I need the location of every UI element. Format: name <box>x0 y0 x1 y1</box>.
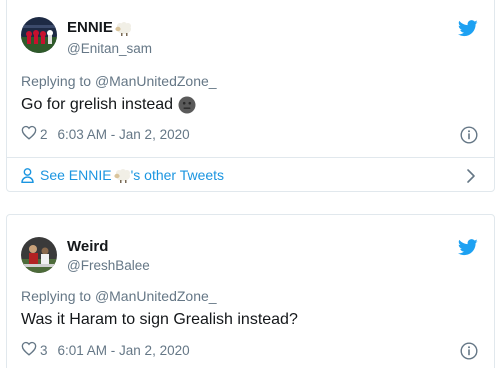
user-handle[interactable]: @FreshBalee <box>67 258 150 273</box>
replying-to-handle[interactable]: @ManUnitedZone_ <box>95 73 217 89</box>
tweet-text: Was it Haram to sign Grealish instead? <box>21 311 298 329</box>
see-other-tweets-prefix[interactable]: See ENNIE <box>40 167 112 183</box>
twitter-bird-icon[interactable] <box>457 20 478 37</box>
display-name[interactable]: Weird <box>67 238 108 255</box>
tweet-card[interactable]: Weird @FreshBalee Replying to @ManUnited… <box>6 214 495 368</box>
like-count[interactable]: 2 <box>40 127 48 142</box>
tweet-embed-page: ENNIE @Enitan_sam Replying to @ManUnited… <box>0 0 497 368</box>
avatar[interactable] <box>21 237 57 273</box>
display-name-text[interactable]: Weird <box>67 238 108 255</box>
replying-to-prefix: Replying to <box>21 73 95 89</box>
tweet-text: Go for grelish instead <box>21 96 196 114</box>
tweet-text-content: Was it Haram to sign Grealish instead? <box>21 311 298 328</box>
display-name-text[interactable]: ENNIE <box>67 19 113 36</box>
sheep-emoji-icon <box>114 20 132 36</box>
see-other-tweets-suffix[interactable]: 's other Tweets <box>131 167 224 183</box>
avatar[interactable] <box>21 17 57 53</box>
tweet-meta: 3 6:01 AM - Jan 2, 2020 <box>21 341 190 359</box>
display-name[interactable]: ENNIE <box>67 19 132 36</box>
info-circle-icon[interactable] <box>460 126 478 144</box>
neutral-face-emoji-icon <box>178 96 196 114</box>
info-circle-icon[interactable] <box>460 342 478 360</box>
divider <box>7 157 494 158</box>
heart-outline-icon[interactable] <box>21 125 37 143</box>
chevron-right-icon[interactable] <box>466 168 476 184</box>
sheep-emoji-icon <box>113 167 131 183</box>
see-other-tweets-link[interactable]: See ENNIE 's other Tweets <box>21 167 224 183</box>
tweet-card[interactable]: ENNIE @Enitan_sam Replying to @ManUnited… <box>6 0 495 192</box>
replying-to: Replying to @ManUnitedZone_ <box>21 288 217 304</box>
replying-to: Replying to @ManUnitedZone_ <box>21 73 217 89</box>
heart-outline-icon[interactable] <box>21 341 37 359</box>
tweet-text-content: Go for grelish instead <box>21 96 174 113</box>
timestamp[interactable]: 6:01 AM - Jan 2, 2020 <box>58 343 190 358</box>
replying-to-handle[interactable]: @ManUnitedZone_ <box>95 288 217 304</box>
user-handle[interactable]: @Enitan_sam <box>67 41 152 56</box>
like-count[interactable]: 3 <box>40 343 48 358</box>
replying-to-prefix: Replying to <box>21 288 95 304</box>
person-outline-icon <box>21 167 34 183</box>
twitter-bird-icon[interactable] <box>457 239 478 256</box>
tweet-meta: 2 6:03 AM - Jan 2, 2020 <box>21 125 190 143</box>
timestamp[interactable]: 6:03 AM - Jan 2, 2020 <box>58 127 190 142</box>
